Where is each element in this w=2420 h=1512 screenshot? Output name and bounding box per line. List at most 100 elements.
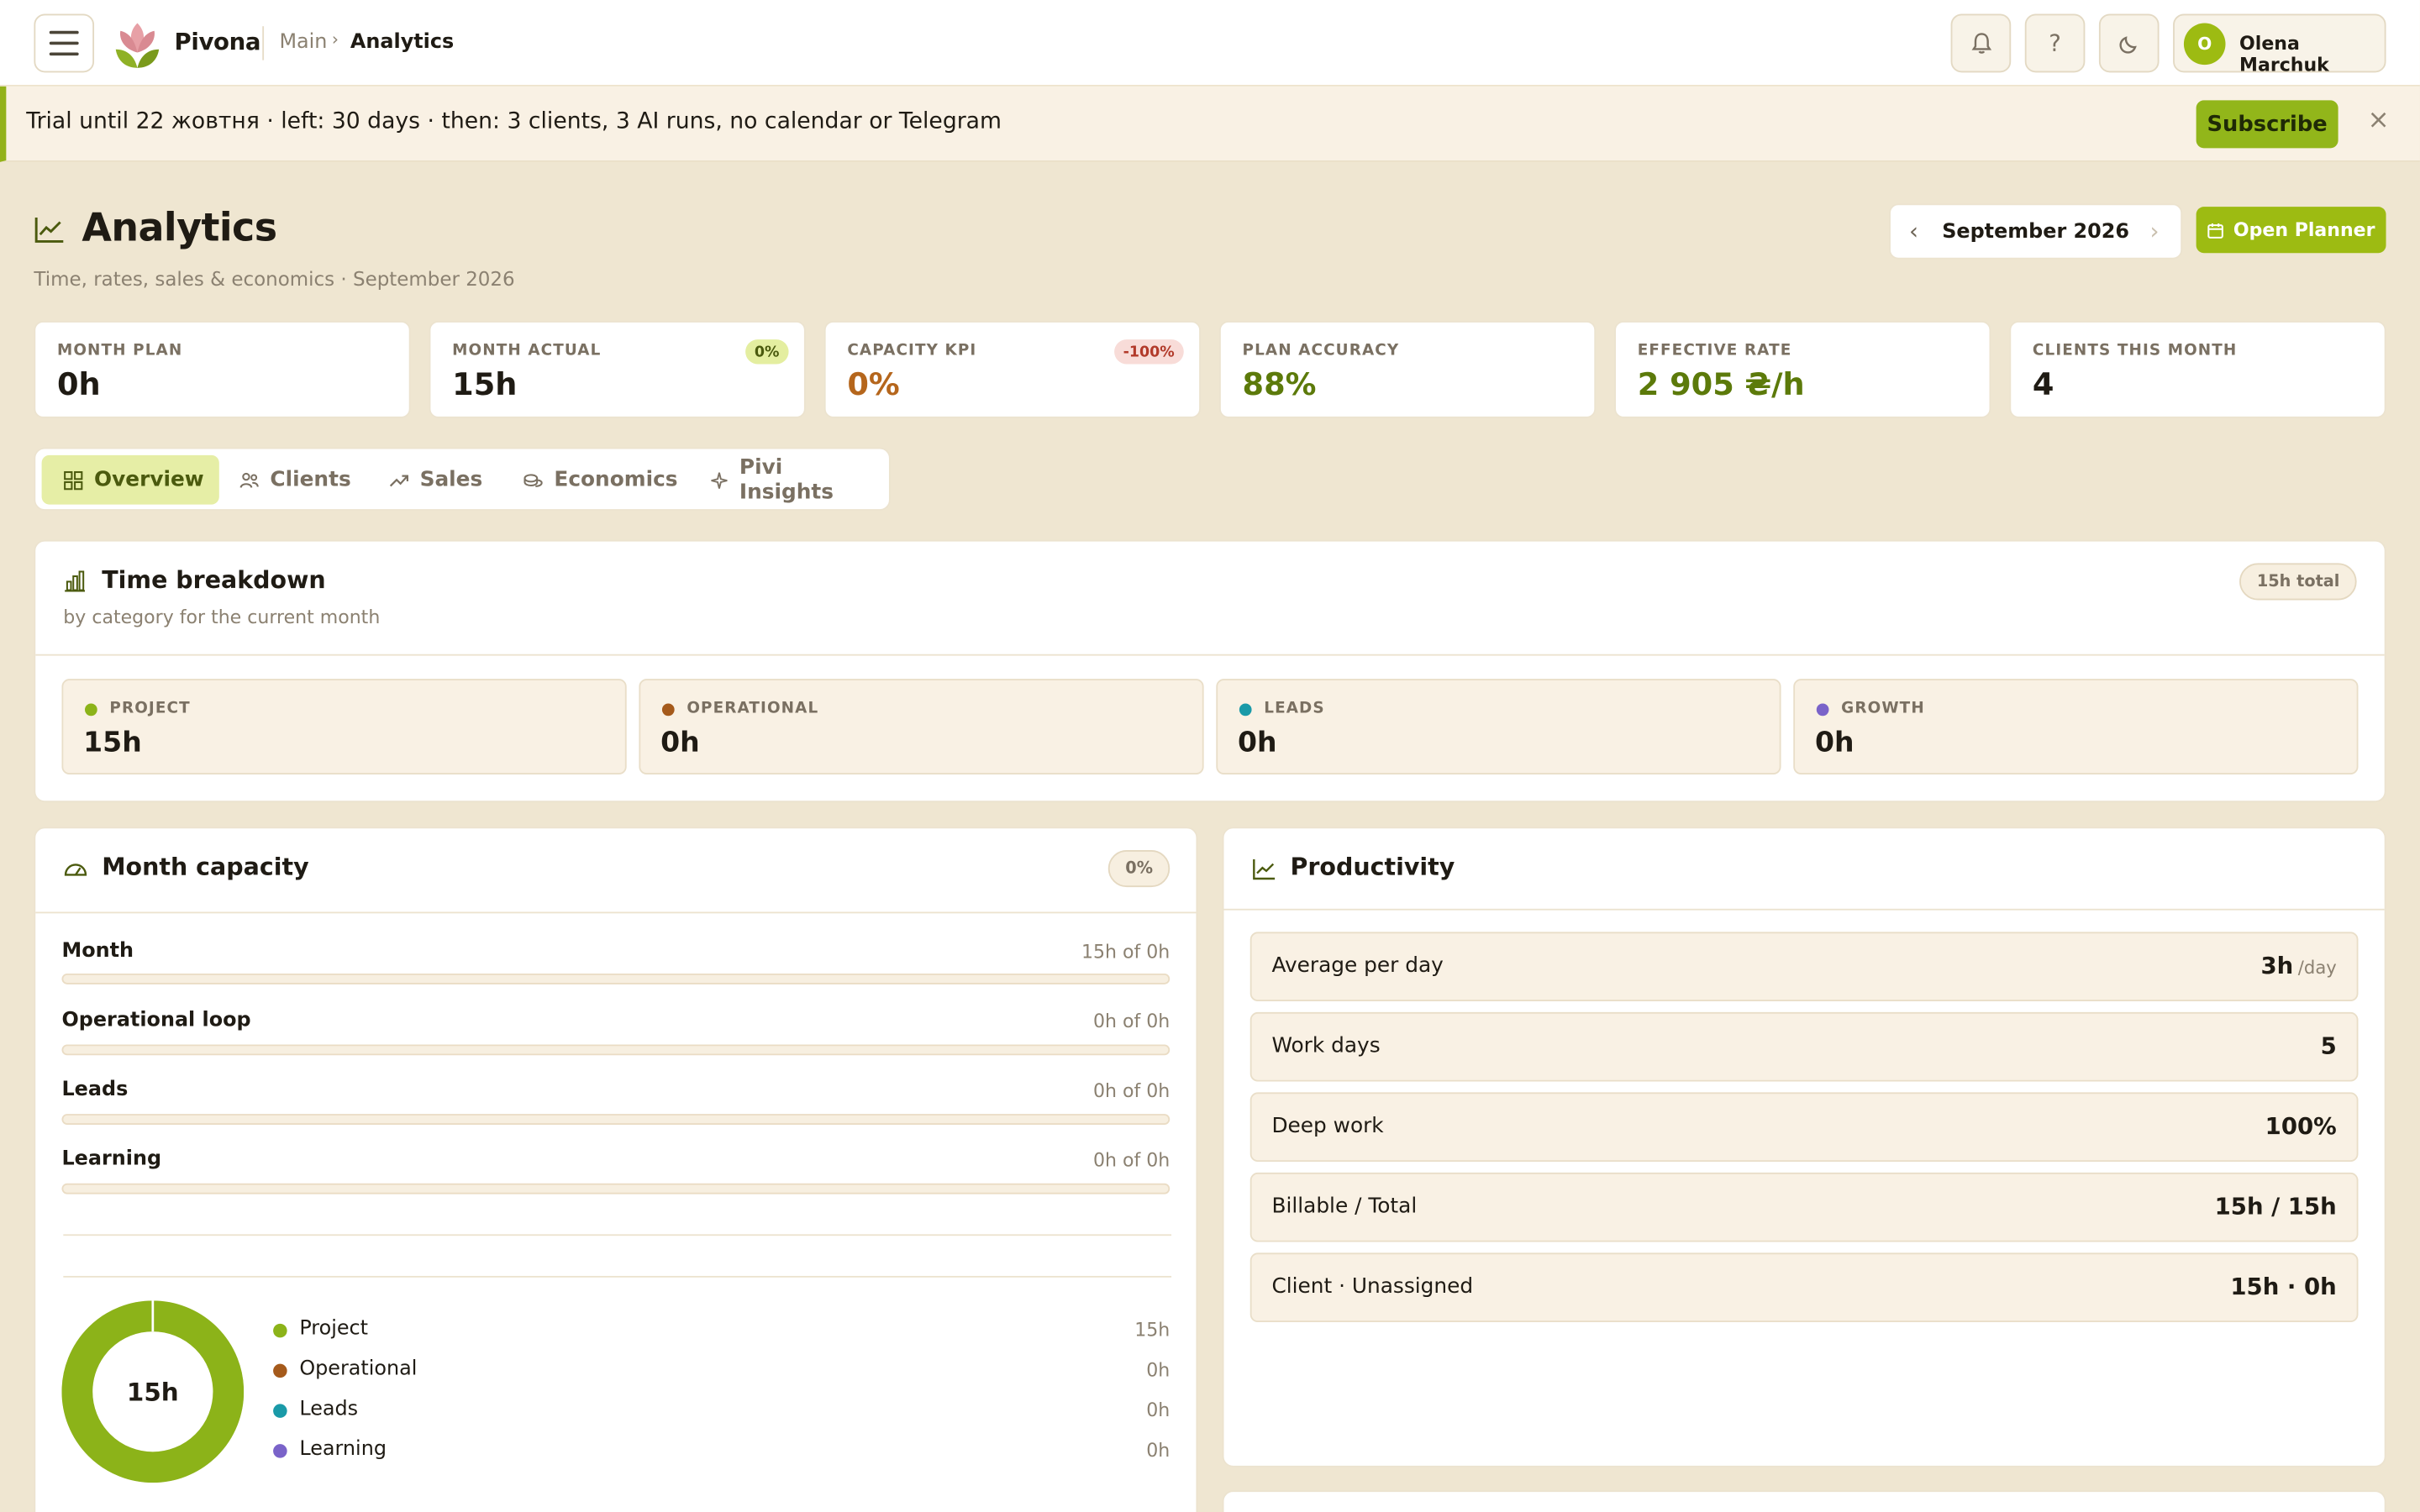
legend-value: 0h [1146, 1399, 1171, 1421]
productivity-label: Client · Unassigned [1271, 1274, 1474, 1299]
trial-banner-text: Trial until 22 жовтня · left: 30 days · … [26, 109, 1002, 134]
bell-icon [1970, 33, 1991, 54]
gauge-icon [64, 864, 87, 876]
kpi-label: MONTH PLAN [56, 342, 183, 360]
users-icon [239, 471, 259, 487]
legend-label: Project [299, 1317, 369, 1341]
category-operational: OPERATIONAL 0h [639, 679, 1204, 775]
kpi-label: MONTH ACTUAL [452, 342, 602, 360]
tab-sales[interactable]: Sales [367, 455, 497, 505]
menu-icon [49, 30, 79, 34]
tab-label: Overview [94, 467, 204, 492]
total-badge: 15h total [2239, 563, 2357, 601]
tab-clients[interactable]: Clients [218, 455, 366, 505]
breadcrumb-main[interactable]: Main [279, 31, 327, 55]
tab-pivi-insights[interactable]: Pivi Insights [688, 455, 889, 505]
kpi-value: 4 [2032, 365, 2054, 403]
trial-banner: Trial until 22 жовтня · left: 30 days · … [0, 86, 2420, 162]
divider [262, 26, 265, 60]
tab-label: Sales [419, 467, 483, 492]
productivity-value-number: 3h [2260, 952, 2294, 980]
category-dot [1239, 703, 1252, 717]
productivity-label: Deep work [1271, 1114, 1384, 1139]
kpi-value: 88% [1242, 365, 1317, 403]
capacity-row-label: Learning [61, 1147, 162, 1172]
legend-value: 0h [1146, 1439, 1171, 1462]
kpi-plan-accuracy: PLAN ACCURACY 88% [1218, 321, 1597, 418]
notifications-button[interactable] [1950, 13, 2012, 73]
capacity-row-value: 0h of 0h [1092, 1079, 1171, 1102]
kpi-capacity: CAPACITY KPI 0% -100% [823, 321, 1201, 418]
category-value: 0h [1238, 727, 1277, 759]
user-menu[interactable]: O Olena Marchuk [2173, 13, 2386, 76]
capacity-row-label: Operational loop [61, 1009, 251, 1032]
chevron-right-icon: › [331, 29, 339, 50]
kpi-clients: CLIENTS THIS MONTH 4 [2009, 321, 2386, 418]
kpi-value: 0h [56, 365, 101, 403]
productivity-row: Work days 5 [1249, 1011, 2359, 1082]
close-icon[interactable]: × [2367, 105, 2389, 136]
category-leads: LEADS 0h [1216, 679, 1781, 775]
page-title: Analytics [82, 205, 277, 250]
capacity-row-value: 0h of 0h [1092, 1011, 1171, 1032]
analytics-tabs: Overview Clients Sales Economics Pivi In… [34, 447, 891, 511]
productivity-value: 100% [2265, 1112, 2337, 1141]
divider [1223, 908, 2385, 911]
divider [63, 1234, 1172, 1236]
brand-name[interactable]: Pivona [175, 28, 261, 55]
kpi-label: PLAN ACCURACY [1242, 342, 1400, 360]
divider [35, 654, 2385, 656]
kpi-label: EFFECTIVE RATE [1637, 342, 1792, 360]
bar-chart-icon [65, 570, 86, 592]
help-button[interactable]: ? [2024, 13, 2086, 73]
kpi-label: CAPACITY KPI [847, 342, 977, 360]
tab-label: Pivi Insights [739, 454, 834, 505]
open-planner-button[interactable]: Open Planner [2196, 207, 2386, 254]
capacity-row-value: 15h of 0h [1081, 941, 1171, 963]
category-project: PROJECT 15h [61, 679, 627, 775]
category-label: LEADS [1264, 700, 1325, 718]
month-label[interactable]: September 2026 [1891, 221, 2181, 244]
kpi-month-plan: MONTH PLAN 0h [34, 321, 411, 418]
legend-dot [273, 1404, 287, 1418]
capacity-row-label: Month [61, 939, 134, 963]
capacity-row-value: 0h of 0h [1092, 1149, 1171, 1172]
tab-economics[interactable]: Economics [502, 455, 693, 505]
productivity-unit: /day [2297, 956, 2337, 979]
open-planner-label: Open Planner [2233, 218, 2375, 241]
tab-overview[interactable]: Overview [41, 454, 220, 505]
productivity-value: 5 [2320, 1032, 2337, 1060]
chevron-right-icon[interactable]: › [2150, 218, 2160, 245]
productivity-row: Client · Unassigned 15h · 0h [1249, 1252, 2359, 1323]
donut-center-label: 15h [127, 1378, 179, 1407]
capacity-row-label: Leads [61, 1078, 129, 1102]
chart-line-icon [1253, 859, 1276, 880]
time-donut-chart: 15h [61, 1300, 245, 1483]
subscribe-button[interactable]: Subscribe [2196, 100, 2338, 149]
tab-label: Economics [554, 467, 678, 492]
category-label: OPERATIONAL [687, 700, 819, 718]
productivity-value: 3h/day [2260, 952, 2336, 979]
kpi-effective-rate: EFFECTIVE RATE 2 905 ₴/h [1614, 321, 1991, 418]
moon-icon [2118, 36, 2136, 54]
kpi-value: 2 905 ₴/h [1637, 365, 1805, 403]
productivity-row: Deep work 100% [1249, 1092, 2359, 1163]
avatar: O [2183, 23, 2226, 66]
kpi-value: 0% [847, 365, 900, 403]
status-badge: -100% [1113, 339, 1184, 365]
theme-toggle-button[interactable] [2098, 13, 2160, 73]
status-badge: 0% [744, 339, 789, 365]
productivity-label: Billable / Total [1271, 1194, 1418, 1219]
capacity-progress-bar [61, 1044, 1171, 1056]
productivity-label: Work days [1271, 1033, 1381, 1058]
category-label: GROWTH [1841, 700, 1925, 718]
breadcrumb-current: Analytics [350, 30, 455, 55]
category-growth: GROWTH 0h [1793, 679, 2359, 775]
legend-dot [273, 1363, 287, 1378]
tab-label: Clients [270, 467, 351, 492]
divider [63, 1275, 1172, 1278]
calendar-icon [2207, 223, 2224, 238]
menu-button[interactable] [34, 13, 95, 73]
trend-up-icon [389, 474, 408, 486]
capacity-badge: 0% [1108, 850, 1171, 888]
